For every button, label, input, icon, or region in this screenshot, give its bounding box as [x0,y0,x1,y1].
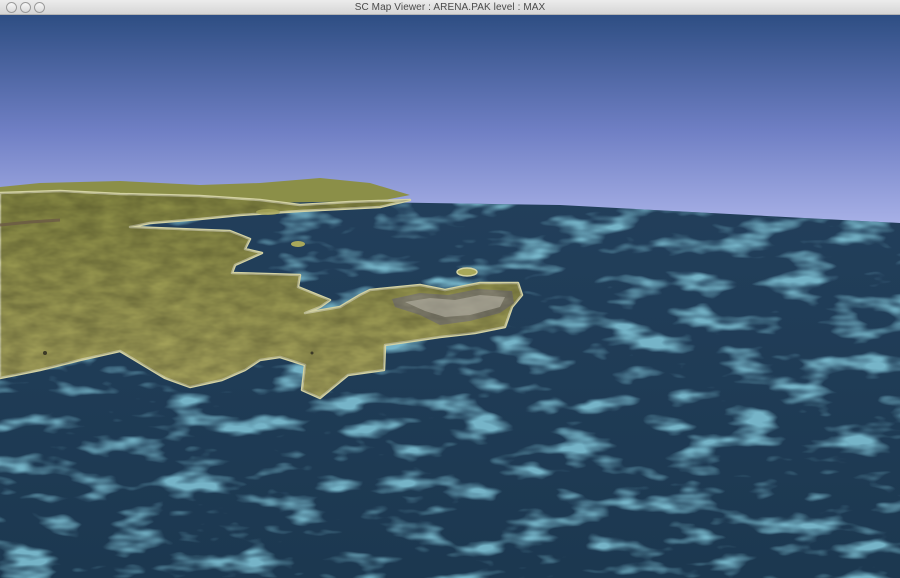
window-title: SC Map Viewer : ARENA.PAK level : MAX [354,2,546,13]
islet [456,267,478,277]
islet [256,209,280,215]
terrain-speck [310,351,314,355]
islet [291,241,305,247]
title-bar[interactable]: SC Map Viewer : ARENA.PAK level : MAX [0,0,900,15]
terrain-speck [43,351,47,355]
map-viewport[interactable] [0,15,900,578]
terrain-scene[interactable] [0,15,900,578]
app-window: SC Map Viewer : ARENA.PAK level : MAX [0,0,900,578]
